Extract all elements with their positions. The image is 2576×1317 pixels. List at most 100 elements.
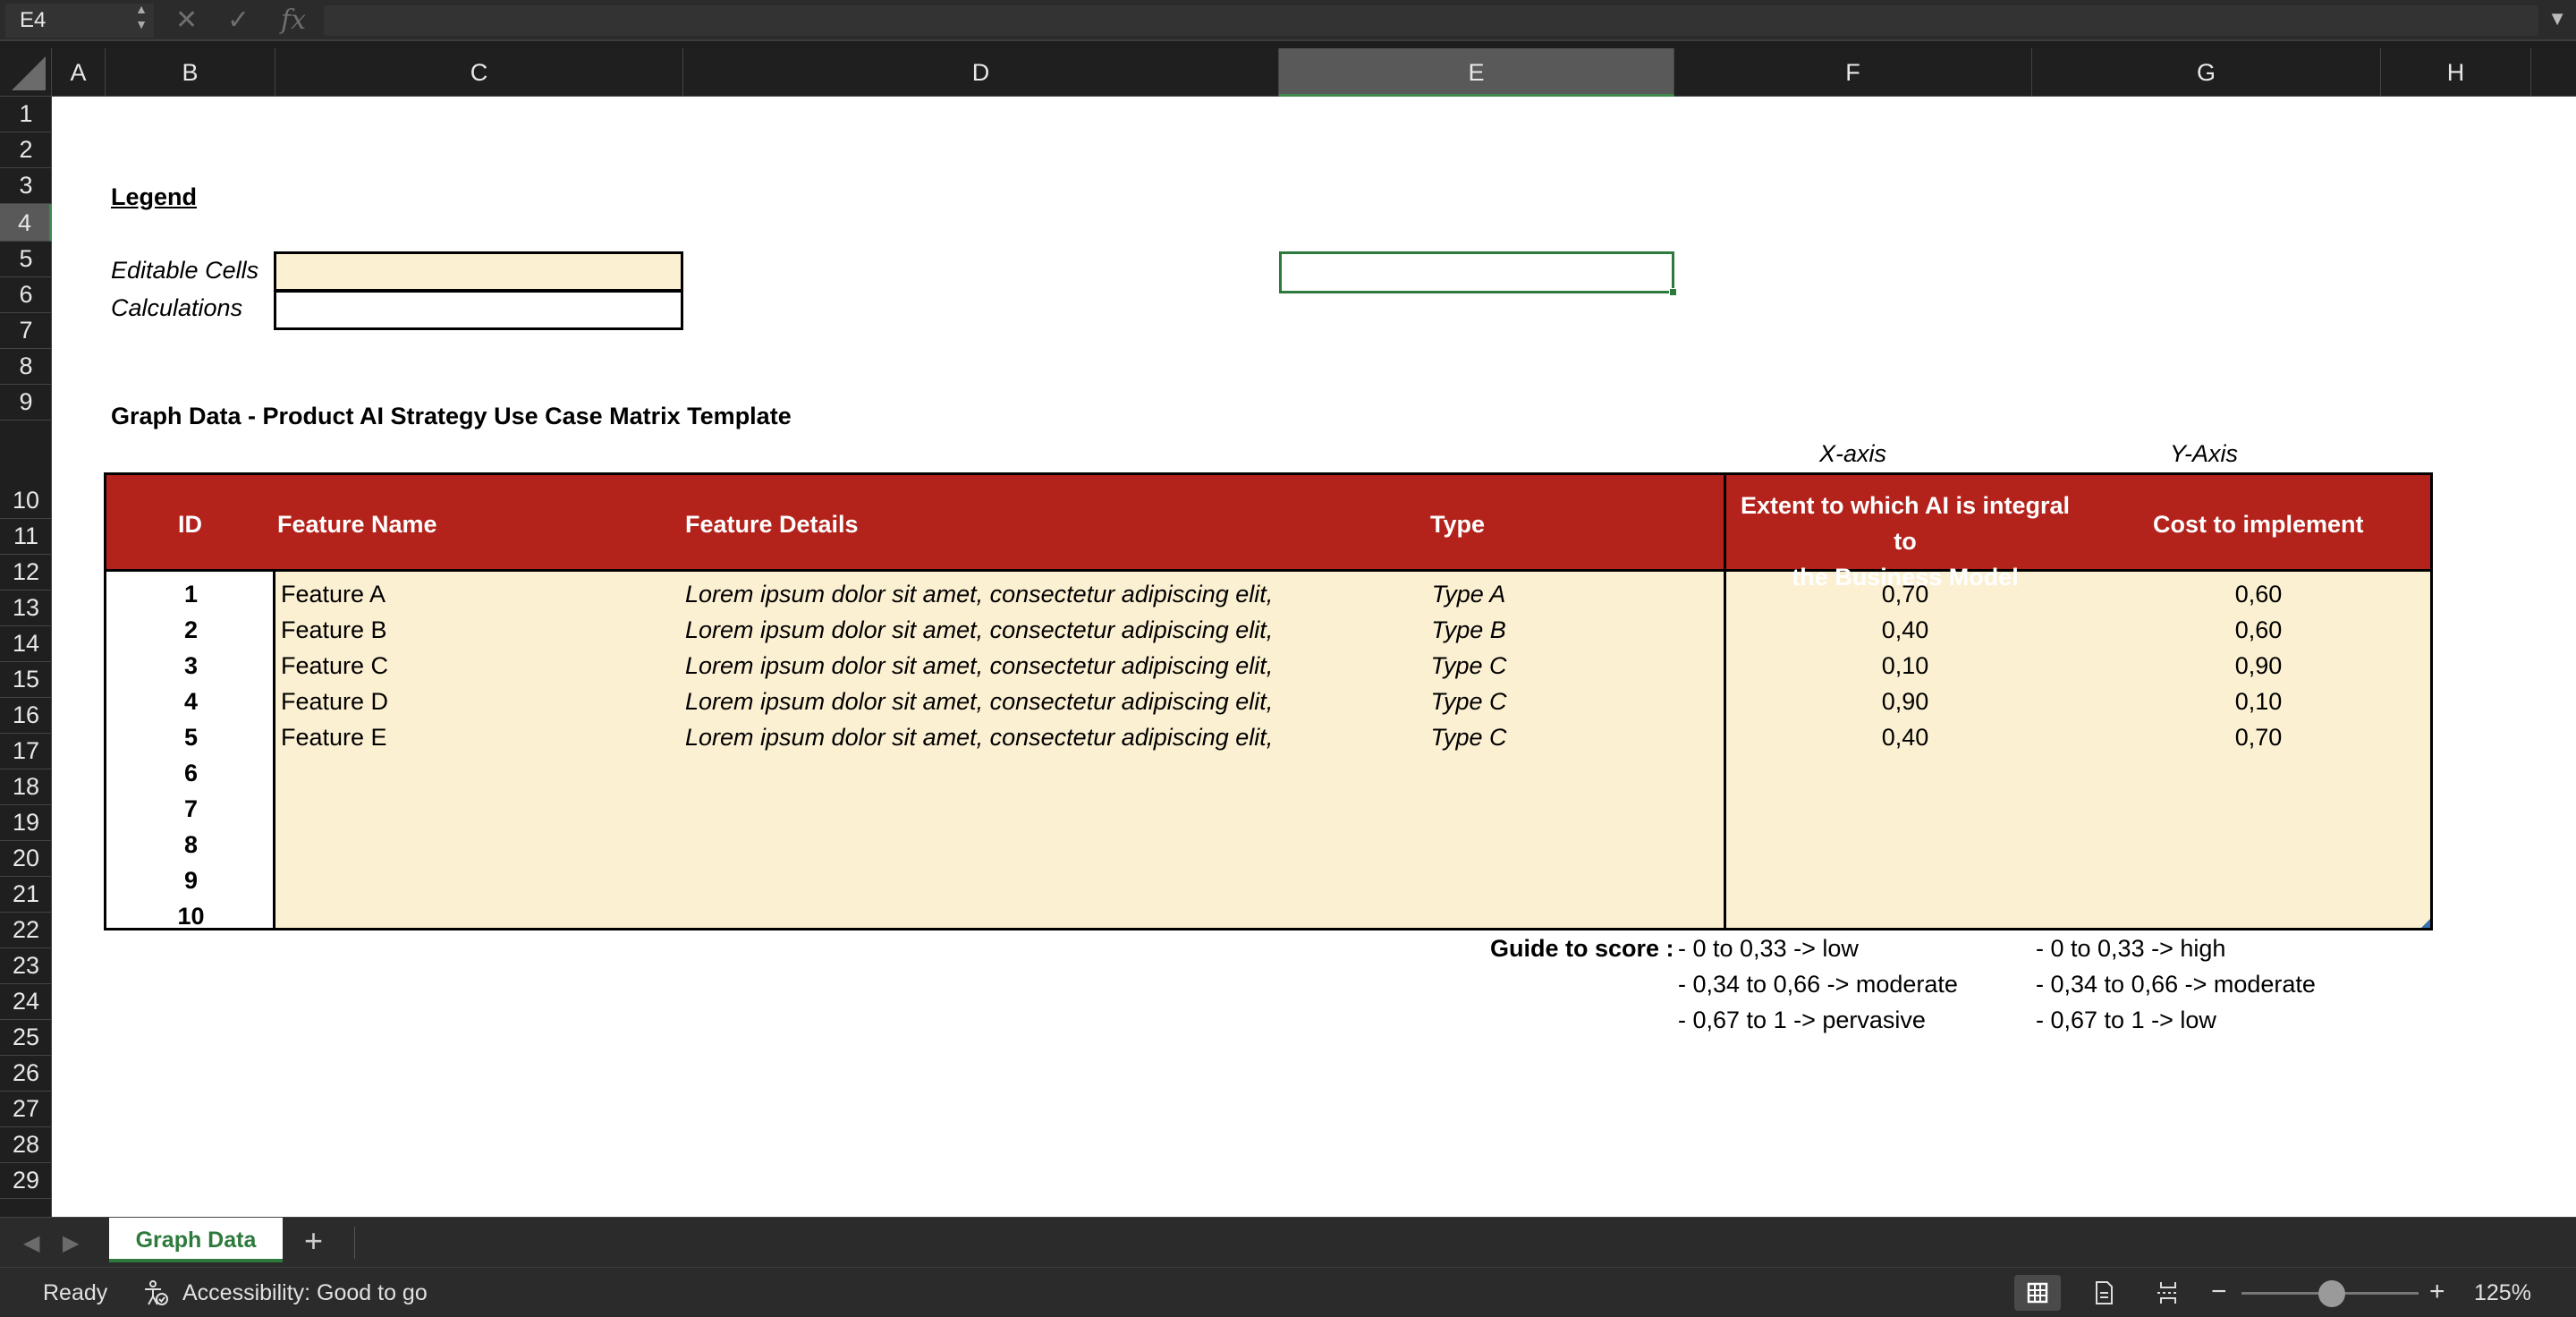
accessibility-icon[interactable] [141,1279,170,1307]
cell-id[interactable]: 6 [106,755,275,791]
chevron-left-icon[interactable]: ◀ [23,1230,39,1256]
header-type[interactable]: Type [1430,511,1485,539]
guide-label[interactable]: Guide to score : [1490,935,1674,963]
row-header[interactable]: 28 [0,1127,52,1163]
row-header[interactable]: 13 [0,591,52,626]
cell-feature-details[interactable]: Lorem ipsum dolor sit amet, consectetur … [685,576,1365,612]
chevron-down-icon[interactable]: ▼ [2547,7,2567,30]
row-header[interactable]: 26 [0,1056,52,1092]
calculations-swatch[interactable] [274,290,683,330]
row-header[interactable]: 4 [0,204,52,242]
column-header-e[interactable]: E [1279,48,1674,97]
zoom-out-button[interactable]: − [2211,1277,2227,1307]
row-header[interactable]: 3 [0,168,52,204]
checkmark-icon[interactable]: ✓ [227,5,250,36]
cell-ai-integral[interactable]: 0,70 [1726,576,2084,612]
guide-x-low[interactable]: - 0 to 0,33 -> low [1678,935,1859,963]
cell-cost[interactable]: 0,60 [2084,576,2433,612]
cell-ai-integral[interactable]: 0,90 [1726,684,2084,719]
editable-cells-label[interactable]: Editable Cells [111,257,258,285]
cell-cost[interactable]: 0,10 [2084,684,2433,719]
fill-handle[interactable] [1669,288,1677,296]
close-icon[interactable]: ✕ [175,5,198,36]
column-header-a[interactable]: A [52,48,106,97]
zoom-level[interactable]: 125% [2474,1280,2531,1306]
select-all-button[interactable] [0,48,52,97]
cell-type[interactable]: Type C [1350,684,1588,719]
cell-feature-details[interactable]: Lorem ipsum dolor sit amet, consectetur … [685,684,1365,719]
row-header[interactable]: 19 [0,805,52,841]
cell-id[interactable]: 1 [106,576,275,612]
guide-y-moderate[interactable]: - 0,34 to 0,66 -> moderate [2036,971,2316,998]
sheet-tab-graph-data[interactable]: Graph Data [109,1218,283,1262]
section-title[interactable]: Graph Data - Product AI Strategy Use Cas… [111,403,792,430]
row-header[interactable]: 10 [0,421,52,519]
guide-x-moderate[interactable]: - 0,34 to 0,66 -> moderate [1678,971,1958,998]
guide-y-low[interactable]: - 0,67 to 1 -> low [2036,1007,2216,1034]
cell-type[interactable]: Type C [1350,648,1588,684]
cell-id[interactable]: 10 [106,898,275,934]
formula-input[interactable] [324,5,2538,36]
guide-x-pervasive[interactable]: - 0,67 to 1 -> pervasive [1678,1007,1926,1034]
sheet-area[interactable]: Legend Editable Cells Calculations Graph… [52,97,2576,1217]
normal-view-button[interactable] [2014,1275,2061,1311]
column-header-h[interactable]: H [2381,48,2531,97]
column-header-b[interactable]: B [106,48,275,97]
cell-feature-details[interactable]: Lorem ipsum dolor sit amet, consectetur … [685,612,1365,648]
cell-id[interactable]: 9 [106,862,275,898]
cell-feature-name[interactable]: Feature B [281,612,683,648]
row-header[interactable]: 20 [0,841,52,877]
cell-type[interactable]: Type C [1350,719,1588,755]
row-header[interactable]: 15 [0,662,52,698]
function-icon[interactable]: fx [281,5,306,36]
column-header-g[interactable]: G [2032,48,2381,97]
zoom-in-button[interactable]: + [2429,1277,2445,1307]
plus-icon[interactable]: + [304,1223,323,1259]
row-header[interactable]: 27 [0,1092,52,1127]
row-header[interactable]: 18 [0,769,52,805]
cell-id[interactable]: 7 [106,791,275,827]
cell-id[interactable]: 4 [106,684,275,719]
x-axis-label[interactable]: X-axis [1819,440,1886,468]
row-header[interactable]: 29 [0,1163,52,1199]
header-id[interactable]: ID [178,511,202,539]
row-header[interactable]: 16 [0,698,52,734]
cell-ai-integral[interactable]: 0,10 [1726,648,2084,684]
cell-id[interactable]: 2 [106,612,275,648]
editable-cells-swatch[interactable] [274,251,683,292]
cell-cost[interactable]: 0,90 [2084,648,2433,684]
column-header-f[interactable]: F [1674,48,2032,97]
chevron-right-icon[interactable]: ▶ [63,1230,79,1256]
row-header[interactable]: 14 [0,626,52,662]
row-header[interactable]: 21 [0,877,52,913]
cell-id[interactable]: 8 [106,827,275,862]
row-header[interactable]: 12 [0,555,52,591]
guide-y-high[interactable]: - 0 to 0,33 -> high [2036,935,2225,963]
row-header[interactable]: 1 [0,97,52,132]
cell-type[interactable]: Type A [1350,576,1588,612]
y-axis-label[interactable]: Y-Axis [2170,440,2238,468]
cell-ai-integral[interactable]: 0,40 [1726,612,2084,648]
row-header[interactable]: 9 [0,385,52,421]
row-header[interactable]: 24 [0,984,52,1020]
table-resize-handle[interactable] [2421,919,2430,928]
cell-id[interactable]: 3 [106,648,275,684]
cell-ai-integral[interactable]: 0,40 [1726,719,2084,755]
cell-feature-details[interactable]: Lorem ipsum dolor sit amet, consectetur … [685,648,1365,684]
row-header[interactable]: 7 [0,313,52,349]
row-header[interactable]: 6 [0,277,52,313]
row-header[interactable]: 5 [0,242,52,277]
cell-feature-name[interactable]: Feature D [281,684,683,719]
cell-feature-details[interactable]: Lorem ipsum dolor sit amet, consectetur … [685,719,1365,755]
page-layout-button[interactable] [2080,1275,2127,1311]
cell-feature-name[interactable]: Feature A [281,576,683,612]
row-header[interactable]: 17 [0,734,52,769]
column-header-d[interactable]: D [683,48,1279,97]
cell-feature-name[interactable]: Feature E [281,719,683,755]
calculations-label[interactable]: Calculations [111,294,242,322]
cell-id[interactable]: 5 [106,719,275,755]
name-box-stepper-icon[interactable]: ▲ ▼ [132,2,150,32]
active-cell-e4[interactable] [1279,251,1677,296]
legend-title[interactable]: Legend [111,183,197,211]
header-feature-name[interactable]: Feature Name [277,511,437,539]
